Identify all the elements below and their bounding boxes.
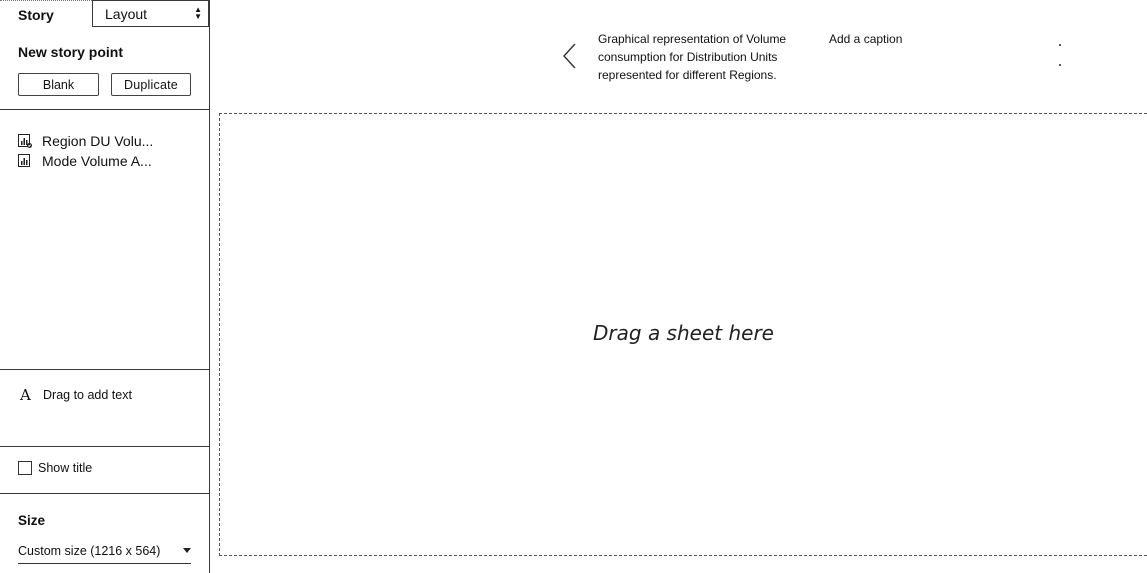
divider (0, 369, 209, 370)
new-story-point-heading: New story point (18, 44, 124, 60)
show-title-label: Show title (38, 461, 93, 475)
sheet-item-label: Region DU Volu... (42, 133, 154, 149)
size-dropdown[interactable]: Custom size (1216 x 564) (18, 542, 191, 564)
sheet-item-region-du-volume[interactable]: Region DU Volu... (18, 131, 153, 151)
chart-sheet-icon (18, 154, 32, 168)
story-sidebar: Story Layout ▲ ▼ New story point Blank Du… (0, 0, 210, 573)
divider (0, 109, 209, 110)
sheet-item-mode-volume[interactable]: Mode Volume A... (18, 151, 153, 171)
duplicate-button[interactable]: Duplicate (111, 73, 191, 96)
sidebar-tabs: Story Layout ▲ ▼ (0, 0, 209, 27)
sheet-drop-zone[interactable]: Drag a sheet here (219, 113, 1147, 556)
previous-story-point-button[interactable] (560, 42, 580, 70)
drop-zone-hint: Drag a sheet here (593, 321, 774, 345)
divider (0, 446, 209, 447)
show-title-checkbox[interactable] (18, 461, 32, 475)
caret-down-icon (183, 548, 191, 553)
show-title-toggle[interactable]: Show title (18, 461, 92, 475)
drag-text-object[interactable]: A Drag to add text (20, 386, 132, 404)
tab-story[interactable]: Story (0, 0, 92, 27)
divider (0, 493, 209, 494)
size-heading: Size (18, 513, 46, 528)
tab-layout-label: Layout (105, 6, 148, 22)
size-dropdown-value: Custom size (1216 x 564) (18, 544, 161, 558)
blank-button[interactable]: Blank (18, 73, 99, 96)
tab-layout[interactable]: Layout ▲ ▼ (92, 0, 209, 27)
sheet-item-label: Mode Volume A... (42, 153, 152, 169)
sheet-list: Region DU Volu... Mode Volume A... (18, 131, 153, 171)
story-point-caption[interactable]: Graphical representation of Volume consu… (598, 30, 813, 84)
chevron-left-icon (563, 43, 576, 69)
tab-story-label: Story (18, 7, 54, 23)
add-caption-point[interactable]: Add a caption (829, 30, 902, 48)
text-A-icon: A (20, 386, 31, 404)
up-down-arrows-icon: ▲ ▼ (194, 5, 202, 21)
drag-text-label: Drag to add text (43, 388, 132, 402)
chart-sheet-used-icon (18, 134, 32, 148)
more-options-icon[interactable] (1056, 42, 1064, 70)
